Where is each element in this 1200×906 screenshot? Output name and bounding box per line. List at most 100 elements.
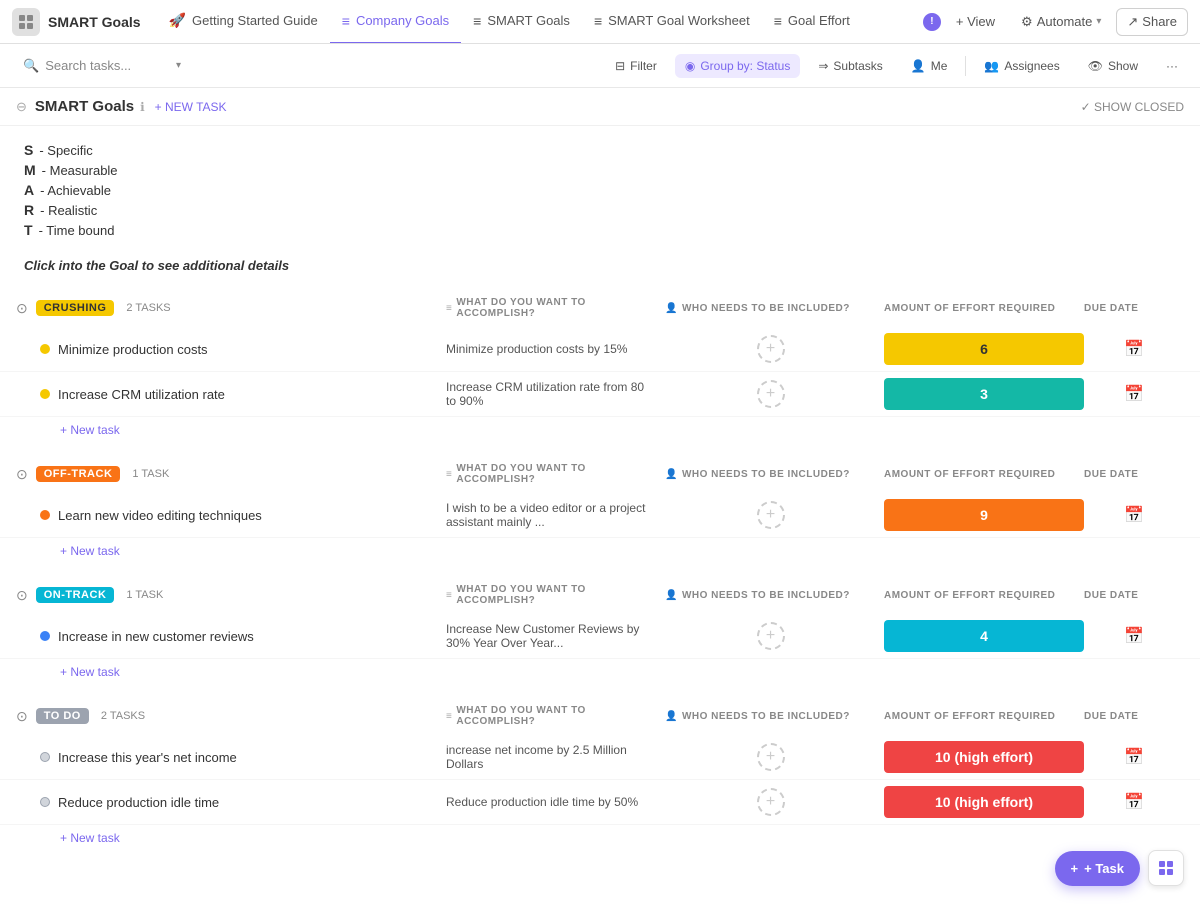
group-crushing: ⊙ CRUSHING 2 TASKS ≡ WHAT DO YOU WANT TO… [0,289,1200,447]
add-assignee-icon: + [766,628,775,644]
task-name[interactable]: Learn new video editing techniques [58,508,262,523]
task-accomplish: increase net income by 2.5 Million Dolla… [446,743,665,771]
task-due[interactable]: 📅 [1084,339,1184,359]
who-icon-todo: 👤 [665,711,678,722]
task-effort[interactable]: 4 [884,620,1084,652]
task-name[interactable]: Increase CRM utilization rate [58,387,225,402]
assign-avatar[interactable]: + [757,622,785,650]
group-toggle-todo[interactable]: ⊙ [16,708,28,725]
me-button[interactable]: 👤 Me [901,54,958,78]
task-row: Increase CRM utilization rate Increase C… [0,372,1200,417]
smart-row-a: A - Achievable [24,182,1176,198]
letter-t: T [24,222,33,238]
desc-a: - Achievable [40,183,111,198]
section-collapse-icon[interactable]: ⊖ [16,99,27,115]
assignees-button[interactable]: 👥 Assignees [974,54,1069,78]
group-toggle-crushing[interactable]: ⊙ [16,300,28,317]
search-box[interactable]: 🔍 Search tasks... ▾ [12,51,192,81]
tab-company-goals[interactable]: ≡ Company Goals [330,0,461,44]
show-closed-button[interactable]: ✓ SHOW CLOSED [1081,100,1184,114]
section-title: SMART Goals [35,98,134,115]
task-effort[interactable]: 6 [884,333,1084,365]
desc-r: - Realistic [40,203,97,218]
calendar-icon: 📅 [1124,339,1144,359]
group-by-button[interactable]: ◉ Group by: Status [675,54,801,78]
nav-actions: ! + View ⚙ Automate ▾ ↗ Share [923,8,1188,36]
automate-icon: ⚙ [1021,14,1033,30]
add-task-row[interactable]: + New task [0,659,1200,689]
new-task-button[interactable]: + NEW TASK [155,100,227,114]
task-accomplish: Reduce production idle time by 50% [446,795,665,809]
who-icon-off-track: 👤 [665,469,678,480]
section-header: ⊖ SMART Goals ℹ + NEW TASK ✓ SHOW CLOSED [0,88,1200,126]
tab-goal-effort[interactable]: ≡ Goal Effort [762,0,862,44]
task-name-area: Minimize production costs [16,342,446,357]
group-label-crushing: ⊙ CRUSHING 2 TASKS [16,300,446,317]
assign-avatar[interactable]: + [757,380,785,408]
task-name[interactable]: Minimize production costs [58,342,208,357]
subtasks-button[interactable]: ⇒ Subtasks [808,54,892,78]
effort-bar: 9 [884,499,1084,531]
automate-button[interactable]: ⚙ Automate ▾ [1010,8,1112,36]
task-name[interactable]: Reduce production idle time [58,795,219,810]
col-who-off-track: 👤 WHO NEEDS TO BE INCLUDED? [665,469,884,480]
task-due[interactable]: 📅 [1084,747,1184,767]
tab-smart-goals[interactable]: ≡ SMART Goals [461,0,582,44]
smart-row-s: S - Specific [24,142,1176,158]
task-due[interactable]: 📅 [1084,792,1184,812]
task-name[interactable]: Increase this year's net income [58,750,237,765]
col-due-todo: DUE DATE [1084,711,1184,722]
share-button[interactable]: ↗ Share [1116,8,1188,36]
group-count-todo: 2 TASKS [101,710,145,722]
letter-m: M [24,162,36,178]
who-icon-on-track: 👤 [665,590,678,601]
fab-label: + Task [1084,861,1124,876]
group-header-on-track: ⊙ ON-TRACK 1 TASK ≡ WHAT DO YOU WANT TO … [0,576,1200,614]
group-toggle-off-track[interactable]: ⊙ [16,466,28,483]
task-effort[interactable]: 3 [884,378,1084,410]
task-effort[interactable]: 10 (high effort) [884,786,1084,818]
effort-bar: 6 [884,333,1084,365]
main-content: ⊖ SMART Goals ℹ + NEW TASK ✓ SHOW CLOSED… [0,88,1200,906]
task-due[interactable]: 📅 [1084,626,1184,646]
add-task-row[interactable]: + New task [0,825,1200,855]
assign-avatar[interactable]: + [757,788,785,816]
tab-getting-started[interactable]: 🚀 Getting Started Guide [157,0,330,44]
smart-row-r: R - Realistic [24,202,1176,218]
group-header-crushing: ⊙ CRUSHING 2 TASKS ≡ WHAT DO YOU WANT TO… [0,289,1200,327]
assign-avatar[interactable]: + [757,743,785,771]
desc-s: - Specific [39,143,92,158]
task-who: + [665,335,884,363]
tab-smart-goal-worksheet[interactable]: ≡ SMART Goal Worksheet [582,0,762,44]
add-assignee-icon: + [766,794,775,810]
desc-m: - Measurable [42,163,118,178]
add-task-fab[interactable]: + + Task [1055,851,1140,886]
task-name[interactable]: Increase in new customer reviews [58,629,254,644]
task-effort[interactable]: 9 [884,499,1084,531]
info-icon[interactable]: ℹ [140,100,145,114]
assign-avatar[interactable]: + [757,335,785,363]
filter-button[interactable]: ⊟ Filter [605,54,667,78]
add-task-row[interactable]: + New task [0,417,1200,447]
task-accomplish: Increase New Customer Reviews by 30% Yea… [446,622,665,650]
col-effort-todo: AMOUNT OF EFFORT REQUIRED [884,711,1084,722]
show-button[interactable]: 👁 Show [1078,54,1148,78]
more-button[interactable]: ··· [1156,54,1188,78]
add-assignee-icon: + [766,507,775,523]
me-icon: 👤 [911,59,926,73]
company-goals-icon: ≡ [342,13,350,29]
task-name-area: Increase in new customer reviews [16,629,446,644]
task-due[interactable]: 📅 [1084,384,1184,404]
accomplish-icon-todo: ≡ [446,711,452,722]
fab-plus-icon: + [1071,861,1079,876]
notifications-icon[interactable]: ! [923,13,941,31]
group-count-off-track: 1 TASK [132,468,169,480]
task-effort[interactable]: 10 (high effort) [884,741,1084,773]
view-button[interactable]: + View [945,8,1006,35]
col-effort-off-track: AMOUNT OF EFFORT REQUIRED [884,469,1084,480]
add-task-row[interactable]: + New task [0,538,1200,568]
grid-view-button[interactable] [1148,850,1184,886]
assign-avatar[interactable]: + [757,501,785,529]
task-due[interactable]: 📅 [1084,505,1184,525]
group-toggle-on-track[interactable]: ⊙ [16,587,28,604]
